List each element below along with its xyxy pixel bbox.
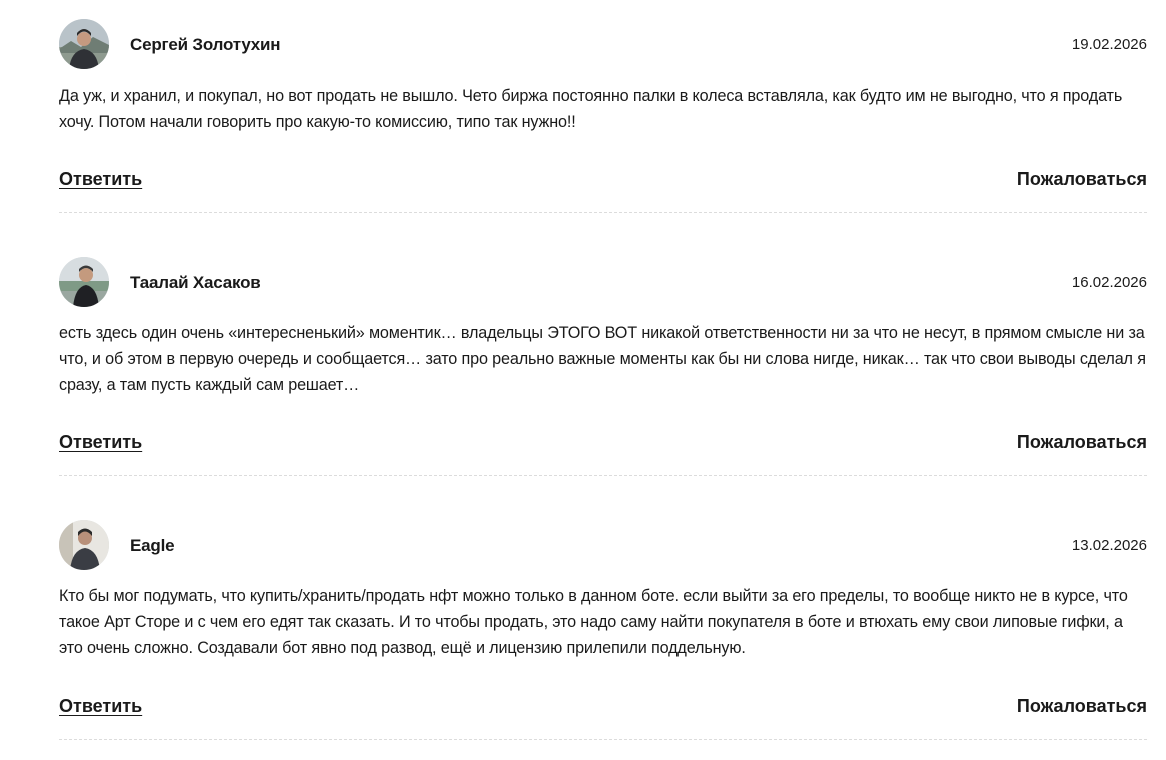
comment-header: Сергей Золотухин 19.02.2026	[59, 19, 1147, 71]
user-photo-avatar-icon	[59, 19, 109, 69]
user-photo-avatar-icon	[59, 257, 109, 307]
report-link[interactable]: Пожаловаться	[1017, 169, 1147, 190]
comment-date: 19.02.2026	[1071, 36, 1147, 53]
avatar[interactable]	[59, 19, 109, 69]
user-photo-avatar-icon	[59, 520, 109, 570]
reply-link[interactable]: Ответить	[59, 169, 142, 190]
comment-author: Сергей Золотухин	[130, 35, 281, 54]
comment-item: Сергей Золотухин 19.02.2026 Да уж, и хра…	[59, 19, 1147, 213]
comment-item: Таалай Хасаков 16.02.2026 есть здесь оди…	[59, 257, 1147, 476]
avatar[interactable]	[59, 520, 109, 570]
report-link[interactable]: Пожаловаться	[1017, 432, 1147, 453]
reply-link[interactable]: Ответить	[59, 432, 142, 453]
report-link[interactable]: Пожаловаться	[1017, 696, 1147, 717]
comment-actions: Ответить Пожаловаться	[59, 432, 1147, 456]
comment-text: есть здесь один очень «интересненький» м…	[59, 324, 1146, 394]
comment-text: Да уж, и хранил, и покупал, но вот прода…	[59, 87, 1123, 131]
comment-actions: Ответить Пожаловаться	[59, 696, 1147, 720]
comment-item: Eagle 13.02.2026 Кто бы мог подумать, чт…	[59, 520, 1147, 740]
comment-author: Таалай Хасаков	[130, 273, 261, 292]
comment-date: 16.02.2026	[1071, 274, 1147, 291]
comment-actions: Ответить Пожаловаться	[59, 169, 1147, 193]
comment-author: Eagle	[130, 536, 175, 555]
comment-text: Кто бы мог подумать, что купить/хранить/…	[59, 587, 1128, 657]
avatar[interactable]	[59, 257, 109, 307]
comment-date: 13.02.2026	[1071, 537, 1147, 554]
comment-header: Eagle 13.02.2026	[59, 520, 1147, 572]
comment-header: Таалай Хасаков 16.02.2026	[59, 257, 1147, 309]
comments-list: Сергей Золотухин 19.02.2026 Да уж, и хра…	[0, 0, 1166, 760]
reply-link[interactable]: Ответить	[59, 696, 142, 717]
